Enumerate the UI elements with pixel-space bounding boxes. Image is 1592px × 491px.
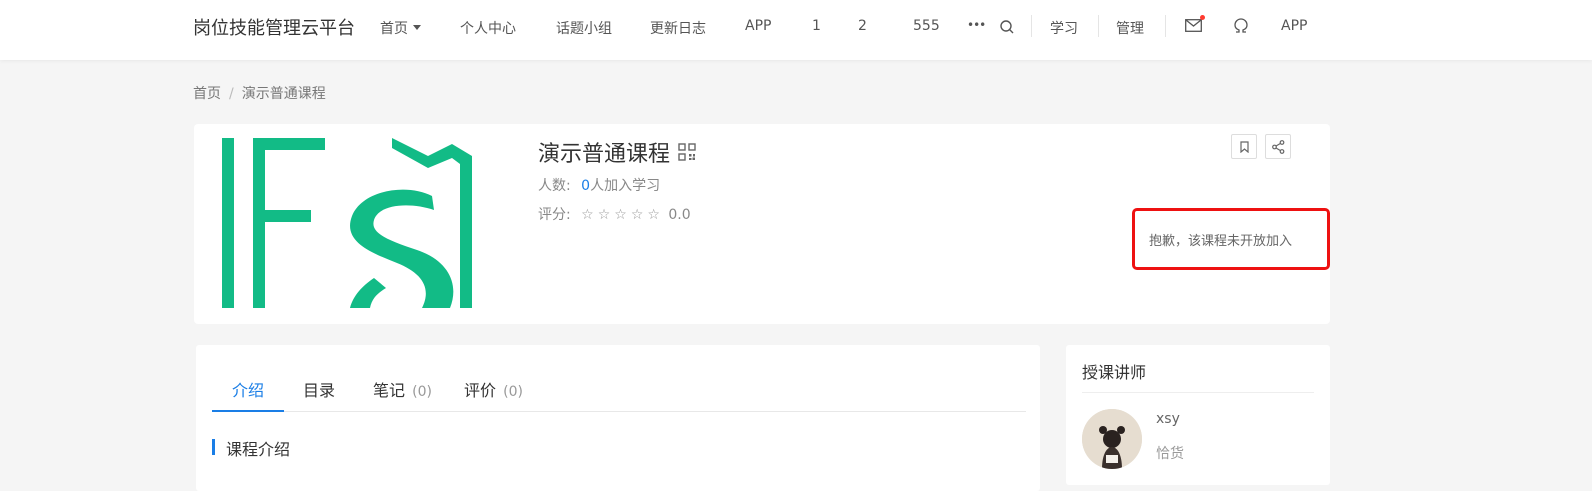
breadcrumb-separator: / bbox=[229, 86, 234, 102]
course-cover-image[interactable] bbox=[222, 138, 474, 308]
nav-item-personal-center[interactable]: 个人中心 bbox=[460, 18, 516, 38]
nav-item-manage[interactable]: 管理 bbox=[1116, 18, 1144, 38]
course-content-panel: 介绍 目录 笔记 (0) 评价 (0) 课程介绍 bbox=[196, 345, 1040, 491]
nav-item-555[interactable]: 555 bbox=[913, 18, 940, 34]
nav-item-app-right[interactable]: APP bbox=[1281, 18, 1307, 34]
tab-intro[interactable]: 介绍 bbox=[212, 365, 284, 412]
teacher-panel-title: 授课讲师 bbox=[1082, 363, 1147, 382]
course-logo-icon bbox=[222, 138, 474, 308]
share-button[interactable] bbox=[1265, 134, 1291, 159]
nav-item-changelog[interactable]: 更新日志 bbox=[650, 18, 706, 38]
nav-divider bbox=[1165, 15, 1166, 37]
course-tabs: 介绍 目录 笔记 (0) 评价 (0) bbox=[212, 365, 1026, 412]
members-count: 0 bbox=[581, 178, 591, 194]
bookmark-icon bbox=[1240, 141, 1249, 153]
tab-intro-label: 介绍 bbox=[232, 381, 265, 400]
bookmark-button[interactable] bbox=[1231, 134, 1257, 159]
qrcode-icon[interactable] bbox=[678, 143, 696, 161]
tab-reviews-label: 评价 bbox=[464, 381, 497, 400]
nav-item-topic-groups[interactable]: 话题小组 bbox=[556, 18, 612, 38]
teacher-name[interactable]: xsy bbox=[1156, 411, 1180, 427]
teacher-role: 恰货 bbox=[1156, 446, 1184, 462]
nav-divider bbox=[1098, 15, 1099, 37]
tab-reviews-count: (0) bbox=[503, 384, 523, 400]
nav-item-home[interactable]: 首页 bbox=[380, 18, 421, 38]
tab-catalog-label: 目录 bbox=[303, 381, 336, 400]
breadcrumb-current: 演示普通课程 bbox=[241, 86, 326, 102]
mail-icon[interactable] bbox=[1185, 19, 1202, 32]
caret-down-icon bbox=[413, 24, 421, 30]
members-label: 人数: bbox=[538, 178, 571, 194]
rating-stars-icon: ☆☆☆☆☆ bbox=[581, 207, 664, 223]
site-brand[interactable]: 岗位技能管理云平台 bbox=[193, 14, 355, 40]
nav-item-app[interactable]: APP bbox=[745, 18, 771, 34]
divider bbox=[1082, 392, 1314, 393]
nav-item-2[interactable]: 2 bbox=[858, 18, 867, 34]
section-title-intro: 课程介绍 bbox=[212, 436, 290, 460]
more-menu-button[interactable]: ••• bbox=[967, 18, 986, 32]
breadcrumb: 首页 / 演示普通课程 bbox=[193, 83, 326, 103]
course-header-card: 演示普通课程 人数: 0人加入学习 评分: ☆☆☆☆☆ 0.0 抱歉，该课程未开… bbox=[194, 124, 1330, 324]
breadcrumb-home[interactable]: 首页 bbox=[193, 86, 221, 102]
tab-notes[interactable]: 笔记 (0) bbox=[373, 365, 432, 412]
teacher-panel: 授课讲师 xsy 恰货 bbox=[1066, 345, 1330, 485]
nav-divider bbox=[1031, 15, 1032, 37]
notification-dot bbox=[1200, 15, 1205, 20]
notice-text: 抱歉，该课程未开放加入 bbox=[1149, 234, 1293, 249]
enrollment-closed-notice: 抱歉，该课程未开放加入 bbox=[1132, 208, 1330, 270]
course-rating: 评分: ☆☆☆☆☆ 0.0 bbox=[538, 204, 691, 224]
nav-item-1[interactable]: 1 bbox=[812, 18, 821, 34]
search-icon[interactable] bbox=[999, 19, 1015, 35]
course-members: 人数: 0人加入学习 bbox=[538, 175, 660, 195]
rating-label: 评分: bbox=[538, 207, 571, 223]
tab-reviews[interactable]: 评价 (0) bbox=[464, 365, 523, 412]
course-title: 演示普通课程 bbox=[538, 142, 671, 167]
avatar-image bbox=[1082, 409, 1142, 469]
rating-score: 0.0 bbox=[668, 207, 691, 223]
tab-catalog[interactable]: 目录 bbox=[303, 365, 335, 412]
omega-icon[interactable] bbox=[1234, 18, 1248, 34]
tab-notes-label: 笔记 bbox=[373, 381, 406, 400]
top-navbar: 岗位技能管理云平台 首页 个人中心 话题小组 更新日志 APP 1 2 555 … bbox=[0, 0, 1592, 60]
members-suffix: 人加入学习 bbox=[590, 178, 661, 194]
tab-notes-count: (0) bbox=[412, 384, 432, 400]
nav-item-study[interactable]: 学习 bbox=[1050, 18, 1078, 38]
share-icon bbox=[1272, 140, 1285, 154]
teacher-avatar[interactable] bbox=[1082, 409, 1142, 469]
nav-home-label: 首页 bbox=[380, 21, 408, 37]
